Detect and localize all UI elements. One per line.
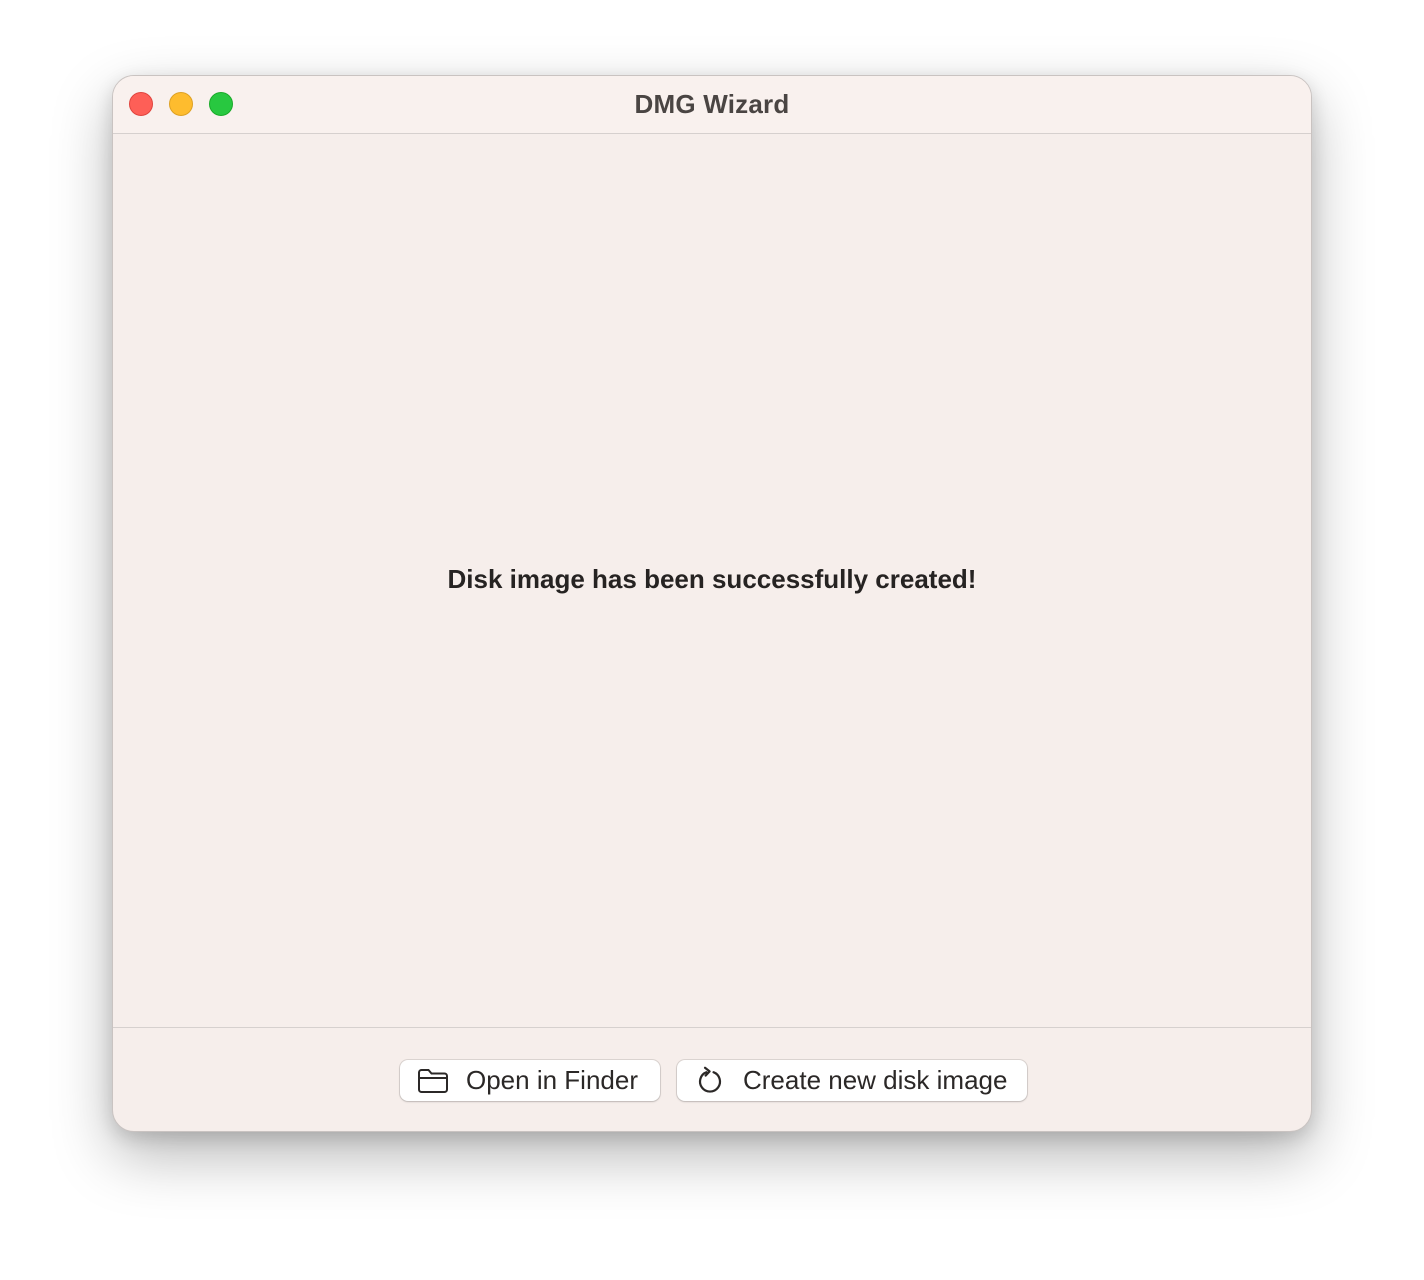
app-window: DMG Wizard Disk image has been successfu…: [112, 75, 1312, 1132]
refresh-icon: [694, 1066, 726, 1096]
create-new-disk-image-label: Create new disk image: [743, 1065, 1008, 1095]
main-content: Disk image has been successfully created…: [113, 134, 1311, 1027]
open-in-finder-label: Open in Finder: [466, 1065, 638, 1095]
window-title: DMG Wizard: [634, 89, 790, 119]
open-in-finder-button[interactable]: Open in Finder: [400, 1060, 660, 1101]
create-new-disk-image-button[interactable]: Create new disk image: [677, 1060, 1027, 1101]
success-message: Disk image has been successfully created…: [447, 564, 977, 594]
folder-icon: [417, 1066, 449, 1096]
footer-bar: Open in Finder Create new disk image: [113, 1027, 1311, 1131]
title-bar[interactable]: DMG Wizard: [113, 76, 1311, 134]
